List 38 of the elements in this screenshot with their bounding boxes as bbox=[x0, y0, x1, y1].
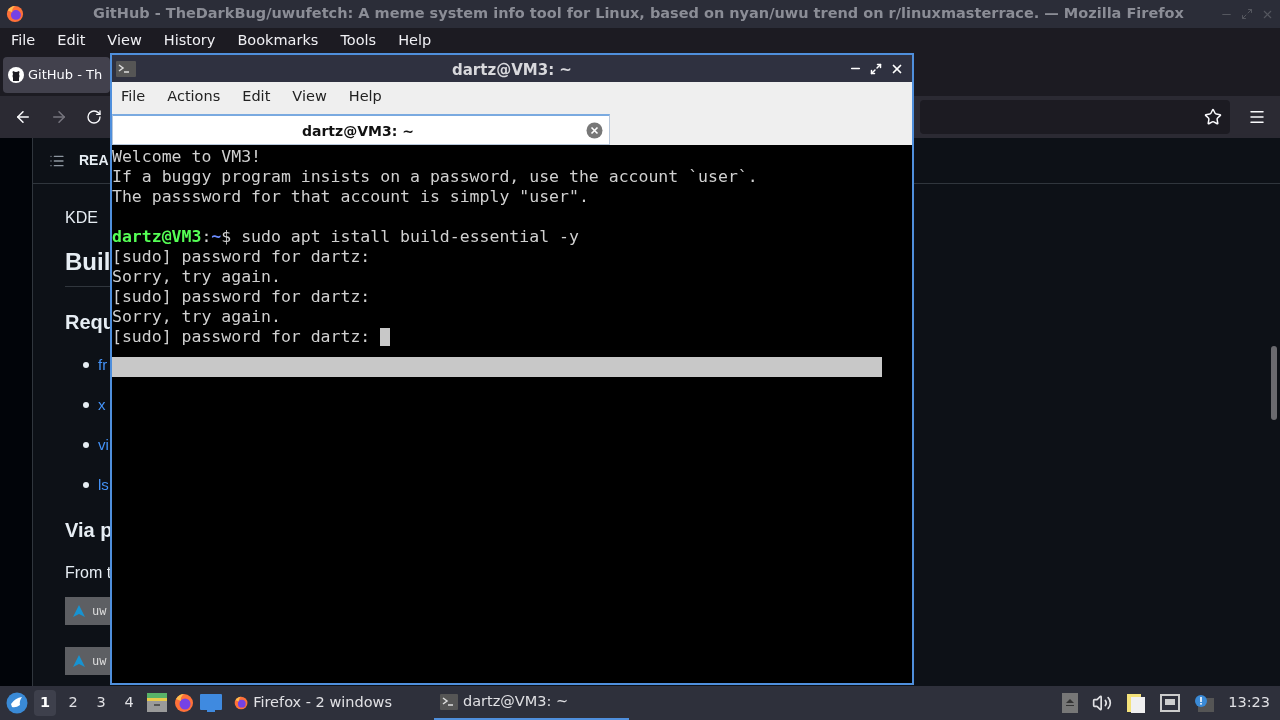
menu-item[interactable]: Help bbox=[348, 86, 382, 108]
desktop-switcher[interactable]: 1 bbox=[34, 690, 56, 716]
output-line: Welcome to VM3! bbox=[112, 147, 261, 167]
desktop-switcher[interactable]: 4 bbox=[118, 690, 140, 716]
desktop-switcher[interactable]: 2 bbox=[62, 690, 84, 716]
paragraph: KDE bbox=[65, 208, 99, 228]
readme-title: REA bbox=[79, 151, 109, 170]
command-text: $ sudo apt istall build-essential -y bbox=[221, 227, 579, 247]
menu-item[interactable]: Bookmarks bbox=[237, 30, 319, 52]
terminal-tab[interactable]: dartz@VM3: ~ bbox=[112, 114, 610, 145]
prompt-separator: : bbox=[201, 227, 212, 247]
window-title: GitHub - TheDarkBug/uwufetch: A meme system info tool for Linux, based on nyan/uwu trend on r/linuxmasterrace. — Mozilla Firefox bbox=[93, 4, 1184, 24]
menu-item[interactable]: View bbox=[107, 30, 142, 52]
prompt-path: ~ bbox=[211, 227, 222, 247]
menu-item[interactable]: Help bbox=[398, 30, 432, 52]
link[interactable]: fr bbox=[98, 353, 108, 377]
browser-tab[interactable]: GitHub - Th bbox=[3, 57, 110, 93]
output-line: [sudo] password for dartz: bbox=[112, 327, 372, 347]
prompt-user: dartz@VM3 bbox=[112, 227, 202, 247]
menu-item[interactable]: View bbox=[292, 86, 327, 108]
desktop-switcher[interactable]: 3 bbox=[90, 690, 112, 716]
menu-item[interactable]: Edit bbox=[57, 30, 86, 52]
menu-item[interactable]: History bbox=[163, 30, 216, 52]
output-line: [sudo] password for dartz: bbox=[112, 287, 371, 307]
menu-item[interactable]: Actions bbox=[167, 86, 221, 108]
link[interactable]: vi bbox=[98, 433, 109, 457]
menu-item[interactable]: File bbox=[121, 86, 146, 108]
link[interactable]: x bbox=[98, 393, 106, 417]
clock: 13:23 bbox=[1228, 693, 1271, 713]
menu-item[interactable]: Edit bbox=[242, 86, 271, 108]
link[interactable]: ls bbox=[98, 473, 109, 497]
menu-item[interactable]: File bbox=[11, 30, 36, 52]
output-line: The passsword for that account is simply "user". bbox=[112, 187, 589, 207]
window-title: dartz@VM3: ~ bbox=[452, 60, 572, 81]
menu-item[interactable]: Tools bbox=[340, 30, 377, 52]
output-line: Sorry, try again. bbox=[112, 307, 281, 327]
taskbar-task[interactable]: Firefox - 2 windows bbox=[228, 686, 398, 720]
output-line: If a buggy program insists on a password, use the account `user`. bbox=[112, 167, 758, 187]
